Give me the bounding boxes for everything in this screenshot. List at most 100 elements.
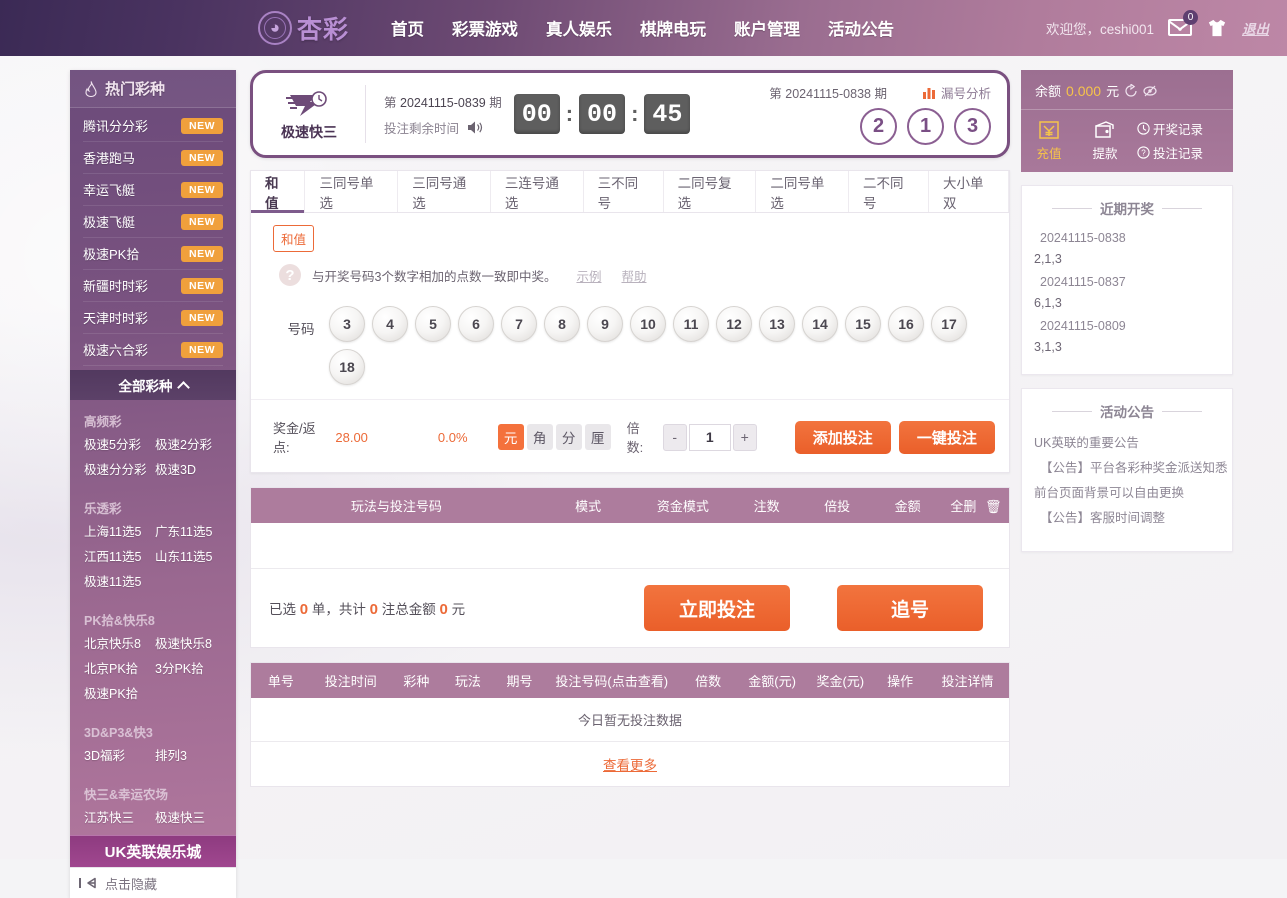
cat-link-speed5[interactable]: 极速5分彩 [84,433,155,458]
cat-link-guangdong11x5[interactable]: 广东11选5 [155,520,226,545]
hot-item-label: 极速飞艇 [83,212,181,231]
number-ball[interactable]: 18 [329,349,365,385]
tab-three-different[interactable]: 三不同号 [584,171,664,212]
multiplier-decrease-button[interactable]: - [663,424,687,451]
submit-bet-button[interactable]: 立即投注 [644,585,790,631]
cat-link-jiangsu-k3[interactable]: 江苏快三 [84,806,155,831]
cat-link-beijing-happy8[interactable]: 北京快乐8 [84,632,155,657]
sidebar-item-speed-airship[interactable]: 极速飞艇 NEW [83,206,223,238]
title-line-right [1162,411,1202,412]
play-type-tabs: 和值 三同号单选 三同号通选 三连号通选 三不同号 二同号复选 二同号单选 二不… [251,171,1009,213]
cat-link-speed-pk10[interactable]: 极速PK拾 [84,682,155,707]
tab-two-same-single[interactable]: 二同号单选 [756,171,849,212]
withdraw-button[interactable]: 提款 [1077,119,1133,162]
number-ball[interactable]: 8 [544,306,580,342]
sidebar-item-tencent-ffc[interactable]: 腾讯分分彩 NEW [83,110,223,142]
notice-item[interactable]: 前台页面背景可以自由更换 [1034,481,1220,506]
uk-casino-banner[interactable]: UK英联娱乐城 [70,835,236,867]
period-suffix: 期 [874,87,887,101]
cart-col-delete-all[interactable]: 全删 🗑 [943,496,1009,515]
tab-two-different[interactable]: 二不同号 [849,171,929,212]
sidebar-item-xinjiang-ssc[interactable]: 新疆时时彩 NEW [83,270,223,302]
unit-fen[interactable]: 分 [556,424,582,450]
cat-link-3d-fucai[interactable]: 3D福彩 [84,744,155,769]
site-logo[interactable]: ◕ 杏彩 [258,10,349,46]
cat-link-shandong11x5[interactable]: 山东11选5 [155,545,226,570]
tab-three-same-single[interactable]: 三同号单选 [305,171,398,212]
all-lottery-types-toggle[interactable]: 全部彩种 [70,370,236,400]
number-ball[interactable]: 6 [458,306,494,342]
draw-records-link[interactable]: 开奖记录 [1137,119,1203,138]
eye-hidden-icon[interactable] [1143,84,1157,98]
add-bet-button[interactable]: 添加投注 [795,421,891,454]
number-ball[interactable]: 4 [372,306,408,342]
notice-item[interactable]: 【公告】平台各彩种奖金派送知悉 [1034,456,1220,481]
bet-records-link[interactable]: ? 投注记录 [1137,143,1203,162]
refresh-icon[interactable] [1124,84,1138,98]
sidebar-item-tianjin-ssc[interactable]: 天津时时彩 NEW [83,302,223,334]
cat-link-speed11x5[interactable]: 极速11选5 [84,570,155,595]
nav-item-announcements[interactable]: 活动公告 [814,10,908,46]
number-ball[interactable]: 7 [501,306,537,342]
tab-two-same-multi[interactable]: 二同号复选 [664,171,757,212]
help-link[interactable]: 帮助 [621,266,646,285]
one-key-bet-button[interactable]: 一键投注 [899,421,995,454]
number-ball[interactable]: 14 [802,306,838,342]
notice-item[interactable]: UK英联的重要公告 [1034,431,1220,456]
sidebar-item-hk-horse[interactable]: 香港跑马 NEW [83,142,223,174]
sidebar-hide-button[interactable]: 点击隐藏 [70,867,236,898]
number-ball[interactable]: 17 [931,306,967,342]
chase-bet-button[interactable]: 追号 [837,585,983,631]
play-hint-text: 与开奖号码3个数字相加的点数一致即中奖。 [312,266,556,285]
unit-jiao[interactable]: 角 [527,424,553,450]
tab-hezhi[interactable]: 和值 [251,171,305,212]
cat-link-beijing-pk10[interactable]: 北京PK拾 [84,657,155,682]
multiplier-increase-button[interactable]: + [733,424,757,451]
speaker-icon[interactable] [467,120,484,135]
number-ball[interactable]: 12 [716,306,752,342]
recent-draws-title-row: 近期开奖 [1034,198,1220,218]
sidebar-item-speed-mark6[interactable]: 极速六合彩 NEW [83,334,223,366]
number-ball[interactable]: 3 [329,306,365,342]
unit-li[interactable]: 厘 [585,424,611,450]
cat-link-shanghai11x5[interactable]: 上海11选5 [84,520,155,545]
cat-link-3min-pk10[interactable]: 3分PK拾 [155,657,226,682]
cart-col-amount: 金额 [872,496,943,515]
mail-icon[interactable]: 0 [1168,19,1192,37]
number-ball[interactable]: 16 [888,306,924,342]
logout-link[interactable]: 退出 [1242,18,1269,38]
number-ball[interactable]: 13 [759,306,795,342]
sidebar-item-lucky-airship[interactable]: 幸运飞艇 NEW [83,174,223,206]
nav-item-lottery-games[interactable]: 彩票游戏 [438,10,532,46]
number-ball[interactable]: 15 [845,306,881,342]
notice-item[interactable]: 【公告】客服时间调整 [1034,506,1220,531]
nav-item-live-casino[interactable]: 真人娱乐 [532,10,626,46]
example-link[interactable]: 示例 [576,266,601,285]
cat-link-speed-k3[interactable]: 极速快三 [155,806,226,831]
cat-link-speed2[interactable]: 极速2分彩 [155,433,226,458]
cat-link-speed-ffc[interactable]: 极速分分彩 [84,458,155,483]
sidebar-item-speed-pk10[interactable]: 极速PK拾 NEW [83,238,223,270]
balance-actions: 充值 提款 开奖记录 [1021,110,1233,162]
tab-big-small-odd-even[interactable]: 大小单双 [929,171,1009,212]
shirt-icon[interactable] [1206,18,1228,38]
number-ball[interactable]: 10 [630,306,666,342]
tab-three-same-any[interactable]: 三同号通选 [398,171,491,212]
nav-item-home[interactable]: 首页 [377,10,438,46]
view-more-link[interactable]: 查看更多 [603,754,657,774]
recharge-button[interactable]: 充值 [1021,119,1077,162]
cat-link-speed-happy8[interactable]: 极速快乐8 [155,632,226,657]
cat-link-pailie3[interactable]: 排列3 [155,744,226,769]
cat-link-speed-3d[interactable]: 极速3D [155,458,226,483]
multiplier-input[interactable] [689,424,731,451]
number-ball[interactable]: 11 [673,306,709,342]
nav-item-chess-arcade[interactable]: 棋牌电玩 [626,10,720,46]
cat-link-jiangxi11x5[interactable]: 江西11选5 [84,545,155,570]
number-ball[interactable]: 5 [415,306,451,342]
unit-yuan[interactable]: 元 [498,424,524,450]
right-sidebar: 余额 0.000 元 充值 [1021,70,1233,552]
number-ball[interactable]: 9 [587,306,623,342]
nav-item-account-management[interactable]: 账户管理 [720,10,814,46]
tab-three-consecutive[interactable]: 三连号通选 [491,171,584,212]
missing-number-analysis-link[interactable]: 漏号分析 [923,83,991,102]
